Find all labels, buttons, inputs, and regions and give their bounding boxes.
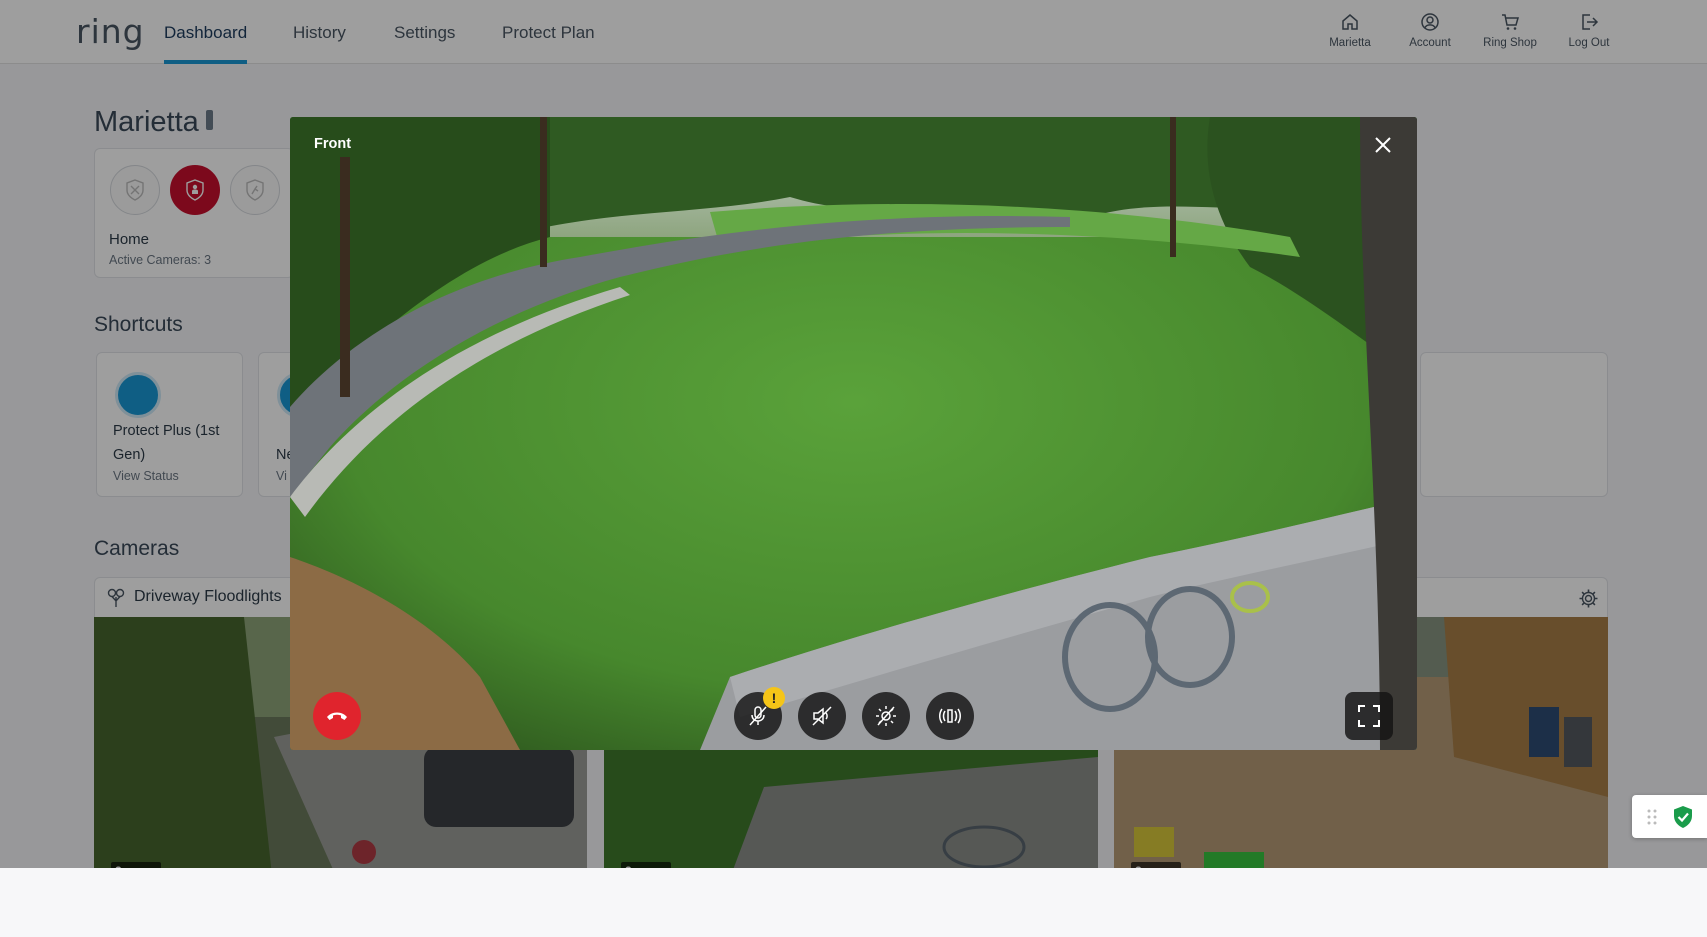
floodlight-toggle-button[interactable] xyxy=(862,692,910,740)
shield-check-icon xyxy=(1674,806,1692,828)
phone-hangup-icon xyxy=(327,712,347,720)
bottom-strip xyxy=(0,868,1707,937)
live-view-title: Front xyxy=(314,136,352,152)
close-icon xyxy=(1375,137,1391,153)
siren-button[interactable] xyxy=(926,692,974,740)
microphone-muted-icon xyxy=(749,706,767,726)
microphone-button[interactable]: ! xyxy=(734,687,785,740)
speaker-muted-icon xyxy=(812,706,832,726)
drag-handle-icon[interactable] xyxy=(1647,808,1657,826)
close-live-view-button[interactable] xyxy=(1371,133,1395,157)
live-view-modal: Front ! xyxy=(290,117,1417,750)
microphone-warning-badge: ! xyxy=(763,687,785,709)
live-video-feed[interactable] xyxy=(290,117,1417,750)
fullscreen-icon xyxy=(1358,705,1380,727)
speaker-button[interactable] xyxy=(798,692,846,740)
end-live-view-button[interactable] xyxy=(313,692,361,740)
fullscreen-button[interactable] xyxy=(1345,692,1393,740)
light-off-icon xyxy=(876,706,896,726)
security-extension-widget[interactable] xyxy=(1632,795,1707,838)
siren-icon xyxy=(939,708,961,724)
